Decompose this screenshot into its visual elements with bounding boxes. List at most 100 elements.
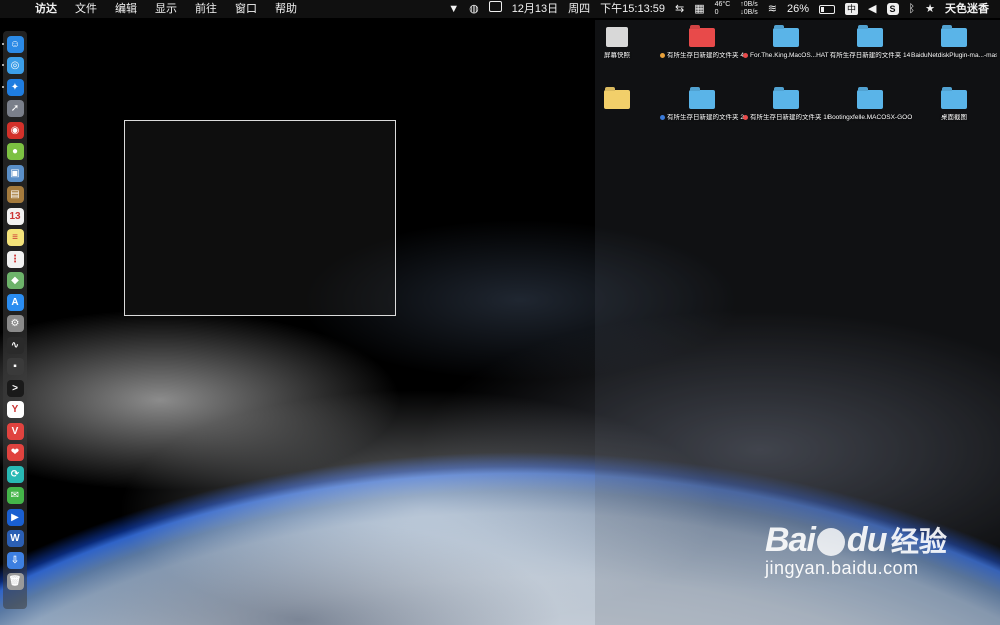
folder-icon xyxy=(689,90,715,109)
dock-weibo-icon[interactable]: ❤ xyxy=(6,444,24,461)
grid-icon[interactable]: ▦ xyxy=(689,0,709,18)
battery-percent[interactable]: 26% xyxy=(782,0,814,18)
dock-running-indicator xyxy=(1,85,4,88)
desktop-item-name: 有所生存日新建的文件夹 4 xyxy=(667,52,744,59)
desktop-item[interactable]: 有所生存日新建的文件夹 2 xyxy=(659,82,745,138)
menubar-time[interactable]: 下午15:13:59 xyxy=(595,0,670,18)
dock-app-teal-icon[interactable]: ⟳ xyxy=(6,465,24,483)
dock-downloads-icon[interactable]: ⇩ xyxy=(6,551,24,569)
desktop-item-label: For.The.King.MacOS...HATED xyxy=(743,52,829,60)
dock-terminal-icon[interactable]: > xyxy=(6,379,24,397)
desktop-item-label: Bootingxfelle.MACOSX-GOO xyxy=(827,114,913,122)
network-speed-widget[interactable]: ↑0B/s ↓0B/s xyxy=(735,1,763,17)
desktop-item-name: 有所生存日新建的文件夹 2 xyxy=(667,114,744,121)
folder-icon xyxy=(941,90,967,109)
menu-go[interactable]: 前往 xyxy=(186,0,226,18)
desktop-item-label: BaiduNetdiskPlugin-ma...-master xyxy=(911,52,997,60)
desktop-item-label: 屏幕快照 xyxy=(574,52,660,60)
screen-icon[interactable]: ⇆ xyxy=(670,0,689,18)
watermark-logo: Bai du xyxy=(765,521,887,559)
dock-console-icon[interactable]: ▪ xyxy=(6,358,24,375)
wifi-icon[interactable]: ≋ xyxy=(763,0,782,18)
dock-notes-icon[interactable]: ≡ xyxy=(6,229,24,246)
menu-app-name[interactable]: 访达 xyxy=(26,0,66,18)
temperature-sub: 0 xyxy=(714,9,719,16)
dock-activity-monitor-icon[interactable]: ∿ xyxy=(6,336,24,354)
dock-preview-icon[interactable]: ▣ xyxy=(6,164,24,182)
menu-file[interactable]: 文件 xyxy=(66,0,106,18)
desktop-item[interactable]: Bootingxfelle.MACOSX-GOO xyxy=(827,82,913,138)
desktop-item-label: 有所生存日新建的文件夹 4 xyxy=(659,52,745,60)
folder-icon xyxy=(689,28,715,47)
watermark-chinese: 经验 xyxy=(890,526,947,557)
desktop-item-name: BaiduNetdiskPlugin-ma...-master xyxy=(911,52,997,59)
menubar-date[interactable]: 12月13日 xyxy=(507,0,563,18)
menu-view[interactable]: 显示 xyxy=(146,0,186,18)
watermark-url: jingyan.baidu.com xyxy=(765,558,919,578)
dock-yandex-icon[interactable]: Y xyxy=(6,401,24,418)
calendar-icon[interactable] xyxy=(484,0,507,18)
dock-running-indicator xyxy=(1,64,4,66)
desktop-item-label: 有所生存日新建的文件夹 10 xyxy=(743,114,829,122)
dock-launchpad-icon[interactable]: ➚ xyxy=(6,100,24,117)
network-down: ↓0B/s xyxy=(740,9,758,16)
desktop-item[interactable]: For.The.King.MacOS...HATED xyxy=(743,20,829,76)
desktop-item-name: 有所生存日新建的文件夹 14 xyxy=(829,52,911,59)
dock-word-icon[interactable]: W xyxy=(6,530,24,547)
desktop-item-name: 有所生存日新建的文件夹 10 xyxy=(750,114,829,121)
dock-vivaldi-icon[interactable]: V xyxy=(6,422,24,440)
dock-finder-icon[interactable]: ☺ xyxy=(1,35,24,53)
dock-app-store-icon[interactable]: A xyxy=(6,293,24,311)
dock-android-icon[interactable]: ● xyxy=(6,143,24,160)
notification-icon[interactable]: ▼ xyxy=(443,0,464,18)
desktop-item[interactable]: 桌面截图 xyxy=(911,82,997,138)
dock-wechat-icon[interactable]: ✉ xyxy=(6,487,24,504)
color-tag-icon xyxy=(660,52,666,58)
menubar-user-name[interactable]: 天色迷香 xyxy=(940,0,994,18)
dock-qq-player-icon[interactable]: ▶ xyxy=(6,508,24,526)
desktop-item-label: 有所生存日新建的文件夹 2 xyxy=(659,114,745,122)
s-app-icon[interactable]: S xyxy=(882,0,904,18)
desktop-item[interactable]: BaiduNetdiskPlugin-ma...-master xyxy=(911,20,997,76)
dock-system-preferences-icon[interactable]: ⚙ xyxy=(6,315,24,332)
desktop-item[interactable]: 有所生存日新建的文件夹 14 xyxy=(827,20,913,76)
volume-icon[interactable]: ◀ xyxy=(863,0,881,18)
desktop-item-label: 有所生存日新建的文件夹 14 xyxy=(827,52,913,60)
input-method-icon[interactable]: 中 xyxy=(840,0,863,18)
globe-icon[interactable]: ◍ xyxy=(464,0,484,18)
temperature-widget[interactable]: 46°C 0 xyxy=(710,1,736,17)
network-up: ↑0B/s xyxy=(740,1,758,8)
dock-notes-brown-icon[interactable]: ▤ xyxy=(6,186,24,203)
folder-icon xyxy=(857,90,883,109)
dock-calendar-icon[interactable]: 13 xyxy=(6,207,24,225)
folder-icon xyxy=(857,28,883,47)
desktop-item[interactable]: 有所生存日新建的文件夹 10 xyxy=(743,82,829,138)
dock-safari-icon[interactable]: ✦ xyxy=(1,78,24,96)
color-tag-icon xyxy=(743,52,748,58)
dock-reminders-icon[interactable]: ⋮ xyxy=(6,250,24,268)
dock-app-red-icon[interactable]: ◉ xyxy=(6,121,24,139)
folder-icon xyxy=(941,28,967,47)
drag-selection-rectangle xyxy=(124,120,396,316)
desktop-item[interactable]: 屏幕快照 xyxy=(574,20,660,76)
menu-edit[interactable]: 编辑 xyxy=(106,0,146,18)
star-icon[interactable]: ★ xyxy=(920,0,940,18)
battery-icon[interactable] xyxy=(814,0,840,18)
folder-icon xyxy=(773,28,799,47)
desktop-item[interactable]: 有所生存日新建的文件夹 4 xyxy=(659,20,745,76)
paw-icon xyxy=(816,528,845,557)
menubar-weekday[interactable]: 周四 xyxy=(563,0,595,18)
dock: ☺ ◎ ✦ ➚ ◉ ● ▣ ▤ 13 ≡ ⋮ ◆ A ⚙ ∿ ▪ > Y V ❤ ⟳ ✉ ▶ W ⇩ 🗑 xyxy=(1,31,27,609)
menu-window[interactable]: 窗口 xyxy=(226,0,266,18)
menu-help[interactable]: 帮助 xyxy=(266,0,306,18)
dock-safari-like-icon[interactable]: ◎ xyxy=(1,57,24,74)
menu-bar-status-area: ▼ ◍ 12月13日 周四 下午15:13:59 ⇆ ▦ 46°C 0 ↑0B/… xyxy=(443,0,994,18)
desktop-item-name: For.The.King.MacOS...HATED xyxy=(750,52,829,59)
desktop-item[interactable] xyxy=(574,82,660,138)
folder-icon xyxy=(773,90,799,109)
desktop-item-name: 桌面截图 xyxy=(941,114,967,121)
dock-trash-icon[interactable]: 🗑 xyxy=(6,573,24,590)
dock-maps-icon[interactable]: ◆ xyxy=(6,272,24,289)
temperature-value: 46°C xyxy=(714,1,731,8)
bluetooth-icon[interactable]: ᛒ xyxy=(904,0,921,18)
